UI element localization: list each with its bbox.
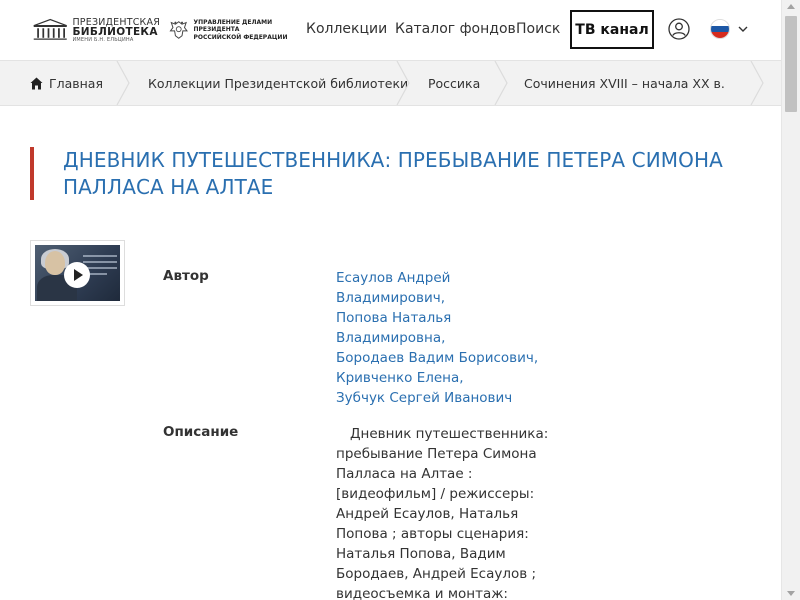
nav-catalog[interactable]: Каталог фондов bbox=[395, 21, 516, 37]
description-text: Дневник путешественника: пребывание Пете… bbox=[336, 426, 549, 600]
site-header: ПРЕЗИДЕНТСКАЯ БИБЛИОТЕКА ИМЕНИ Б.Н. ЕЛЬЦ… bbox=[0, 0, 781, 60]
breadcrumb-separator bbox=[494, 61, 508, 105]
author-link[interactable]: Есаулов Андрей Владимирович, bbox=[336, 268, 556, 308]
presidential-administration-logo[interactable]: УПРАВЛЕНИЕ ДЕЛАМИ ПРЕЗИДЕНТА РОССИЙСКОЙ … bbox=[168, 16, 298, 44]
video-thumbnail[interactable] bbox=[30, 240, 125, 306]
breadcrumb-collections-label: Коллекции Президентской библиотеки bbox=[148, 75, 409, 91]
breadcrumb-separator bbox=[396, 61, 410, 105]
breadcrumb-collections[interactable]: Коллекции Президентской библиотеки bbox=[148, 61, 408, 105]
russia-flag-icon bbox=[710, 19, 730, 39]
library-logo-line2: БИБЛИОТЕКА bbox=[72, 26, 158, 38]
nav-collections[interactable]: Коллекции bbox=[306, 21, 387, 37]
video-preview-image bbox=[35, 245, 120, 301]
author-link[interactable]: Бородаев Вадим Борисович, bbox=[336, 348, 556, 368]
breadcrumb-rossica[interactable]: Россика bbox=[428, 61, 480, 105]
breadcrumb-home[interactable]: Главная bbox=[30, 61, 103, 105]
breadcrumb-home-label: Главная bbox=[49, 75, 103, 91]
breadcrumb: Главная Коллекции Президентской библиоте… bbox=[0, 60, 781, 106]
breadcrumb-rossica-label: Россика bbox=[428, 75, 481, 91]
scroll-up-arrow-icon[interactable] bbox=[787, 4, 795, 9]
admin-logo-line2: РОССИЙСКОЙ ФЕДЕРАЦИИ bbox=[193, 33, 288, 41]
author-link[interactable]: Кривченко Елена, bbox=[336, 368, 556, 388]
author-link[interactable]: Попова Наталья Владимировна, bbox=[336, 308, 556, 348]
breadcrumb-works[interactable]: Сочинения XVIII – начала XX в. bbox=[524, 61, 725, 105]
nav-search[interactable]: Поиск bbox=[516, 21, 560, 37]
tv-channel-button[interactable]: ТВ канал bbox=[570, 10, 654, 49]
breadcrumb-works-label: Сочинения XVIII – начала XX в. bbox=[524, 75, 725, 91]
coat-of-arms-icon bbox=[169, 21, 188, 39]
breadcrumb-separator bbox=[750, 61, 764, 105]
scroll-down-arrow-icon[interactable] bbox=[787, 591, 795, 596]
play-icon[interactable] bbox=[64, 262, 90, 288]
home-icon bbox=[30, 77, 43, 89]
page-title: ДНЕВНИК ПУТЕШЕСТВЕННИКА: ПРЕБЫВАНИЕ ПЕТЕ… bbox=[63, 148, 723, 199]
breadcrumb-separator bbox=[116, 61, 130, 105]
author-list: Есаулов Андрей Владимирович, Попова Ната… bbox=[336, 268, 556, 408]
language-selector[interactable] bbox=[710, 18, 750, 40]
author-label: Автор bbox=[163, 268, 209, 284]
page-scrollbar[interactable] bbox=[781, 0, 800, 600]
library-logo-line3: ИМЕНИ Б.Н. ЕЛЬЦИНА bbox=[72, 36, 134, 43]
chevron-down-icon bbox=[738, 26, 748, 32]
scrollbar-thumb[interactable] bbox=[785, 16, 797, 112]
description-label: Описание bbox=[163, 424, 239, 440]
user-icon[interactable] bbox=[668, 18, 690, 40]
presidential-library-logo[interactable]: ПРЕЗИДЕНТСКАЯ БИБЛИОТЕКА ИМЕНИ Б.Н. ЕЛЬЦ… bbox=[32, 16, 160, 44]
library-building-icon bbox=[33, 18, 67, 40]
author-link[interactable]: Зубчук Сергей Иванович bbox=[336, 388, 556, 408]
admin-logo-line1: УПРАВЛЕНИЕ ДЕЛАМИ ПРЕЗИДЕНТА bbox=[193, 18, 273, 34]
title-accent-bar bbox=[30, 147, 34, 200]
